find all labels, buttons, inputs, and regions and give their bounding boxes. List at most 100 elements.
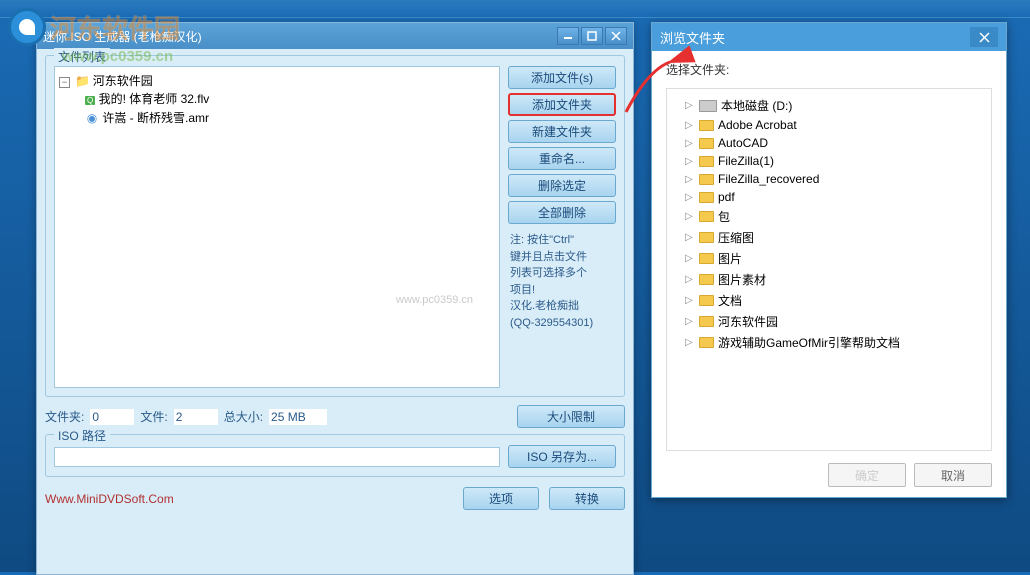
folder-tree-item[interactable]: ▷ AutoCAD xyxy=(671,134,987,152)
folder-icon xyxy=(699,174,714,185)
folder-icon xyxy=(699,156,714,167)
chevron-right-icon[interactable]: ▷ xyxy=(685,174,695,185)
hint-text: 注: 按住"Ctrl" 键并且点击文件 列表可选择多个 项目! 汉化.老枪痴拙 … xyxy=(508,232,616,331)
file-list-group: 文件列表 − 📁 河东软件园 Q 我的! 体育老师 32.flv◉ 许嵩 - 断… xyxy=(45,55,625,397)
folder-icon xyxy=(699,138,714,149)
folder-icon xyxy=(699,316,714,327)
folder-tree-item[interactable]: ▷ 图片素材 xyxy=(671,269,987,290)
folder-icon xyxy=(699,274,714,285)
tree-file-label: 我的! 体育老师 32.flv xyxy=(95,92,209,106)
iso-legend: ISO 路径 xyxy=(54,427,110,444)
rename-button[interactable]: 重命名... xyxy=(508,147,616,170)
chevron-right-icon[interactable]: ▷ xyxy=(685,295,695,306)
dialog-close-button[interactable] xyxy=(970,27,998,47)
website-link[interactable]: Www.MiniDVDSoft.Com xyxy=(45,492,174,506)
folder-tree[interactable]: ▷本地磁盘 (D:)▷Adobe Acrobat▷AutoCAD▷FileZil… xyxy=(666,88,992,451)
file-tree-panel[interactable]: − 📁 河东软件园 Q 我的! 体育老师 32.flv◉ 许嵩 - 断桥残雪.a… xyxy=(54,66,500,388)
folder-icon xyxy=(699,295,714,306)
chevron-right-icon[interactable]: ▷ xyxy=(685,192,695,203)
tree-file-item[interactable]: ◉ 许嵩 - 断桥残雪.amr xyxy=(59,108,495,127)
close-button[interactable] xyxy=(605,27,627,45)
dialog-cancel-button[interactable]: 取消 xyxy=(914,463,992,487)
folder-icon xyxy=(699,120,714,131)
folder-icon xyxy=(699,253,714,264)
chevron-right-icon[interactable]: ▷ xyxy=(685,316,695,327)
add-files-button[interactable]: 添加文件(s) xyxy=(508,66,616,89)
folder-tree-item[interactable]: ▷pdf xyxy=(671,188,987,206)
folder-tree-item[interactable]: ▷ 压缩图 xyxy=(671,227,987,248)
folder-tree-label: AutoCAD xyxy=(718,136,768,150)
tree-root-label: 河东软件园 xyxy=(93,74,153,88)
annotation-arrow xyxy=(618,60,688,133)
folder-tree-item[interactable]: ▷ 游戏辅助GameOfMir引擎帮助文档 xyxy=(671,332,987,353)
watermark-logo: 河东软件园 xyxy=(8,8,180,46)
main-window: 迷你 ISO 生成器 (老枪痴汉化) 文件列表 − 📁 河东软件园 Q 我的! … xyxy=(36,22,634,575)
size-limit-button[interactable]: 大小限制 xyxy=(517,405,625,428)
folder-tree-label: 文档 xyxy=(718,292,742,309)
files-label: 文件: xyxy=(140,408,167,425)
chevron-right-icon[interactable]: ▷ xyxy=(685,274,695,285)
folder-tree-item[interactable]: ▷FileZilla_recovered xyxy=(671,170,987,188)
options-button[interactable]: 选项 xyxy=(463,487,539,510)
files-value: 2 xyxy=(174,409,218,425)
folder-icon xyxy=(699,192,714,203)
folder-tree-item[interactable]: ▷ FileZilla(1) xyxy=(671,152,987,170)
delete-selected-button[interactable]: 删除选定 xyxy=(508,174,616,197)
maximize-button[interactable] xyxy=(581,27,603,45)
video-file-icon: Q xyxy=(85,96,95,105)
folder-icon: 📁 xyxy=(75,74,89,88)
audio-file-icon: ◉ xyxy=(85,111,99,125)
iso-path-group: ISO 路径 ISO 另存为... xyxy=(45,434,625,477)
folder-tree-item[interactable]: ▷Adobe Acrobat xyxy=(671,116,987,134)
iso-save-as-button[interactable]: ISO 另存为... xyxy=(508,445,616,468)
folder-tree-item[interactable]: ▷本地磁盘 (D:) xyxy=(671,95,987,116)
stats-row: 文件夹: 0 文件: 2 总大小: 25 MB 大小限制 xyxy=(45,405,625,428)
folder-tree-label: Adobe Acrobat xyxy=(718,118,797,132)
bottom-row: Www.MiniDVDSoft.Com 选项 转换 xyxy=(45,487,625,510)
folder-tree-label: 游戏辅助GameOfMir引擎帮助文档 xyxy=(718,334,900,351)
drive-icon xyxy=(699,100,717,112)
watermark-center: www.pc0359.cn xyxy=(396,294,473,306)
dialog-titlebar[interactable]: 浏览文件夹 xyxy=(652,23,1006,51)
folder-tree-label: 图片 xyxy=(718,250,742,267)
dialog-prompt: 选择文件夹: xyxy=(666,61,992,78)
side-button-column: 添加文件(s) 添加文件夹 新建文件夹 重命名... 删除选定 全部删除 注: … xyxy=(508,66,616,388)
chevron-right-icon[interactable]: ▷ xyxy=(685,156,695,167)
watermark-site-name: 河东软件园 xyxy=(50,9,180,46)
delete-all-button[interactable]: 全部删除 xyxy=(508,201,616,224)
tree-root-node[interactable]: − 📁 河东软件园 Q 我的! 体育老师 32.flv◉ 许嵩 - 断桥残雪.a… xyxy=(59,71,495,128)
chevron-right-icon[interactable]: ▷ xyxy=(685,253,695,264)
folder-icon xyxy=(699,337,714,348)
chevron-right-icon[interactable]: ▷ xyxy=(685,337,695,348)
folder-icon xyxy=(699,232,714,243)
chevron-right-icon[interactable]: ▷ xyxy=(685,232,695,243)
dialog-title: 浏览文件夹 xyxy=(660,28,970,47)
convert-button[interactable]: 转换 xyxy=(549,487,625,510)
folder-tree-label: FileZilla(1) xyxy=(718,154,774,168)
folder-tree-item[interactable]: ▷ 河东软件园 xyxy=(671,311,987,332)
watermark-logo-icon xyxy=(8,8,46,46)
collapse-icon[interactable]: − xyxy=(59,77,70,88)
chevron-right-icon[interactable]: ▷ xyxy=(685,138,695,149)
tree-file-item[interactable]: Q 我的! 体育老师 32.flv xyxy=(59,89,495,108)
folder-tree-item[interactable]: ▷ 文档 xyxy=(671,290,987,311)
size-value: 25 MB xyxy=(269,409,327,425)
folder-tree-label: 图片素材 xyxy=(718,271,766,288)
folder-tree-label: 河东软件园 xyxy=(718,313,778,330)
folder-tree-item[interactable]: ▷ 图片 xyxy=(671,248,987,269)
minimize-button[interactable] xyxy=(557,27,579,45)
folder-tree-label: 包 xyxy=(718,208,730,225)
dialog-ok-button[interactable]: 确定 xyxy=(828,463,906,487)
chevron-right-icon[interactable]: ▷ xyxy=(685,211,695,222)
folders-label: 文件夹: xyxy=(45,408,84,425)
tree-file-label: 许嵩 - 断桥残雪.amr xyxy=(99,111,209,125)
iso-path-input[interactable] xyxy=(54,447,500,467)
folder-tree-item[interactable]: ▷包 xyxy=(671,206,987,227)
add-folder-button[interactable]: 添加文件夹 xyxy=(508,93,616,116)
folder-tree-label: 压缩图 xyxy=(718,229,754,246)
watermark-url: www.pc0359.cn xyxy=(62,48,173,65)
folders-value: 0 xyxy=(90,409,134,425)
folder-icon xyxy=(699,211,714,222)
new-folder-button[interactable]: 新建文件夹 xyxy=(508,120,616,143)
folder-tree-label: 本地磁盘 (D:) xyxy=(721,97,792,114)
